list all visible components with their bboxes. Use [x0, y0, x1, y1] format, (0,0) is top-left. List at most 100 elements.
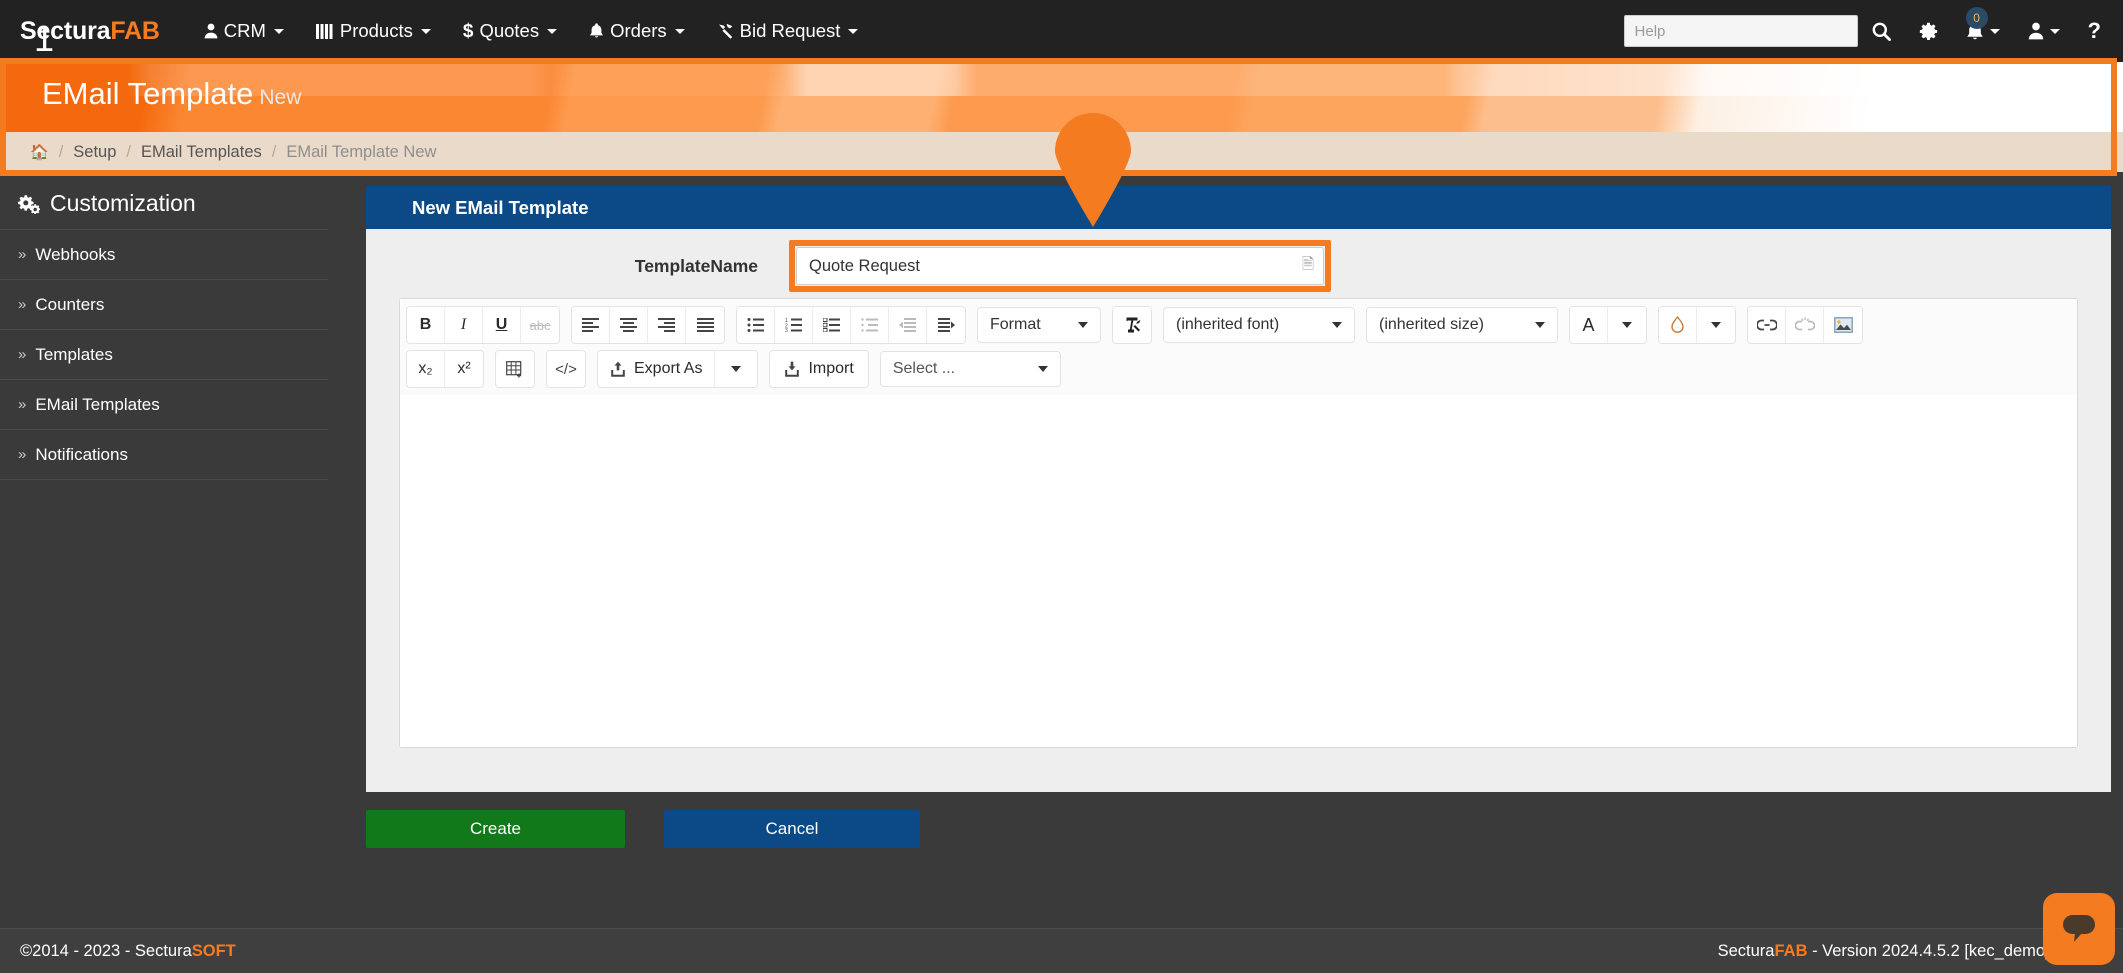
highlight-color-icon[interactable] [1659, 307, 1697, 343]
subscript-icon[interactable]: x₂ [407, 351, 445, 387]
import-button[interactable]: Import [770, 351, 867, 387]
chevron-down-icon [1535, 322, 1545, 328]
toolbar-row-2: x₂ x² </> Export As [406, 350, 2071, 388]
italic-icon[interactable]: I [445, 307, 483, 343]
align-left-icon[interactable] [572, 307, 610, 343]
export-as-dropdown[interactable] [715, 351, 757, 387]
sidebar-item-label: EMail Templates [35, 395, 159, 415]
nav-label-crm: CRM [224, 20, 266, 42]
select-dropdown[interactable]: Select ... [880, 351, 1061, 387]
sidebar-item-webhooks[interactable]: » Webhooks [0, 230, 328, 280]
insert-image-icon[interactable] [1824, 307, 1862, 343]
sidebar-item-counters[interactable]: » Counters [0, 280, 328, 330]
clipboard-icon[interactable]: 🗎 [1302, 254, 1314, 279]
settings-button[interactable] [1905, 0, 1952, 62]
gears-icon [18, 194, 40, 214]
template-name-input[interactable] [796, 247, 1324, 285]
help-search-input[interactable] [1624, 15, 1858, 47]
breadcrumb-item-setup[interactable]: Setup [73, 143, 116, 162]
editor-content-area[interactable] [400, 395, 2077, 747]
breadcrumb-separator: / [59, 143, 64, 162]
format-dropdown[interactable]: Format [977, 307, 1101, 343]
nav-label-quotes: Quotes [479, 20, 539, 42]
copyright-prefix: ©2014 - 2023 - Sectura [20, 942, 192, 960]
sidebar-item-templates[interactable]: » Templates [0, 330, 328, 380]
editor-toolbar: B I U abc 123 [400, 299, 2077, 397]
multilevel-list-icon[interactable] [851, 307, 889, 343]
chevron-down-icon [1990, 29, 2000, 34]
breadcrumb-item-email-templates[interactable]: EMail Templates [141, 143, 262, 162]
copyright-text: ©2014 - 2023 - SecturaSOFT [20, 942, 236, 961]
chevron-right-icon: » [18, 396, 26, 413]
toolbar-group-highlight-color [1658, 306, 1736, 344]
create-button[interactable]: Create [366, 810, 625, 848]
numbered-list-icon[interactable]: 123 [775, 307, 813, 343]
superscript-icon[interactable]: x² [445, 351, 483, 387]
home-icon[interactable]: 🏠 [30, 143, 49, 161]
toolbar-group-script: x₂ x² [406, 350, 484, 388]
chevron-down-icon [2050, 29, 2060, 34]
underline-icon[interactable]: U [483, 307, 521, 343]
toolbar-group-clear-format [1112, 306, 1152, 344]
outdent-icon[interactable] [889, 307, 927, 343]
view-source-icon[interactable]: </> [547, 351, 585, 387]
notifications-button[interactable]: 0 [1952, 0, 2014, 62]
callout-pin-number: 1 [0, 18, 88, 60]
template-name-label: TemplateName [366, 256, 796, 277]
subscript-label: x₂ [418, 360, 432, 378]
nav-item-products[interactable]: Products [300, 0, 447, 62]
align-center-icon[interactable] [610, 307, 648, 343]
font-color-icon[interactable]: A [1570, 307, 1608, 343]
nav-item-bid-request[interactable]: Bid Request [701, 0, 875, 62]
cancel-button[interactable]: Cancel [664, 810, 920, 848]
font-color-dropdown[interactable] [1608, 307, 1646, 343]
nav-item-crm[interactable]: CRM [188, 0, 300, 62]
chevron-down-icon [675, 29, 685, 34]
search-button[interactable] [1858, 0, 1905, 62]
todo-list-icon[interactable] [813, 307, 851, 343]
font-size-label: (inherited size) [1379, 316, 1484, 334]
chat-widget-button[interactable] [2043, 893, 2115, 965]
nav-item-quotes[interactable]: $ Quotes [447, 0, 573, 62]
export-as-label: Export As [634, 360, 702, 378]
sidebar-item-label: Webhooks [35, 245, 115, 265]
insert-link-icon[interactable] [1748, 307, 1786, 343]
help-button[interactable]: ? [2074, 0, 2123, 62]
toolbar-group-import: Import [769, 350, 868, 388]
format-dropdown-label: Format [990, 316, 1041, 334]
chevron-right-icon: » [18, 346, 26, 363]
nav-label-products: Products [340, 20, 413, 42]
account-menu-button[interactable] [2014, 0, 2074, 62]
callout-pin-1 [1049, 111, 1137, 227]
sidebar-item-email-templates[interactable]: » EMail Templates [0, 380, 328, 430]
svg-text:3: 3 [785, 328, 788, 332]
import-label: Import [808, 360, 853, 378]
products-icon [316, 24, 334, 39]
sidebar-item-label: Notifications [35, 445, 128, 465]
bold-icon[interactable]: B [407, 307, 445, 343]
strikethrough-icon[interactable]: abc [521, 307, 559, 343]
chevron-down-icon [547, 29, 557, 34]
template-name-control: 🗎 [796, 247, 1324, 285]
sidebar-item-label: Templates [35, 345, 112, 365]
chevron-down-icon [1078, 322, 1088, 328]
remove-link-icon[interactable] [1786, 307, 1824, 343]
question-mark-icon: ? [2088, 18, 2101, 44]
font-size-dropdown[interactable]: (inherited size) [1366, 307, 1558, 343]
sidebar-item-notifications[interactable]: » Notifications [0, 430, 328, 480]
highlight-color-dropdown[interactable] [1697, 307, 1735, 343]
font-family-dropdown[interactable]: (inherited font) [1163, 307, 1355, 343]
gear-icon [1919, 22, 1938, 41]
export-as-button[interactable]: Export As [598, 351, 715, 387]
copyright-suffix: SOFT [192, 942, 236, 960]
bullet-list-icon[interactable] [737, 307, 775, 343]
chevron-right-icon: » [18, 446, 26, 463]
insert-table-icon[interactable] [496, 351, 534, 387]
indent-icon[interactable] [927, 307, 965, 343]
version-brand-suffix: FAB [1774, 942, 1807, 960]
align-justify-icon[interactable] [686, 307, 724, 343]
clear-formatting-icon[interactable] [1113, 307, 1151, 343]
align-right-icon[interactable] [648, 307, 686, 343]
superscript-label: x² [457, 360, 470, 378]
nav-item-orders[interactable]: Orders [573, 0, 701, 62]
